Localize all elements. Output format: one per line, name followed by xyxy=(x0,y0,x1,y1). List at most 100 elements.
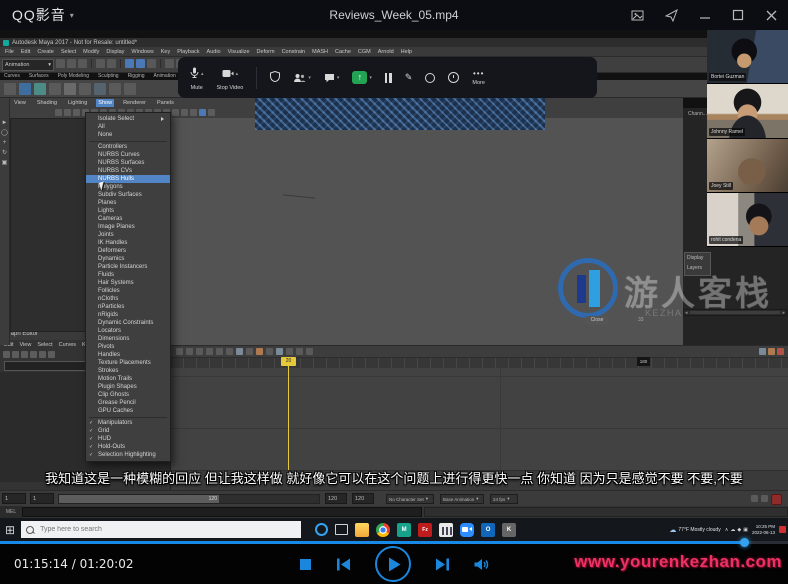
taskbar-app-icon[interactable] xyxy=(439,522,454,537)
show-menu-item[interactable]: Hold-Outs xyxy=(86,443,170,451)
mute-button[interactable]: ▴ Mute xyxy=(190,65,204,91)
playhead-marker[interactable]: 20 xyxy=(281,357,296,366)
show-menu-item[interactable]: Motion Trails xyxy=(86,375,170,383)
anim-end-field[interactable]: 120 xyxy=(325,493,347,504)
show-menu-item[interactable]: Planes xyxy=(86,199,170,207)
seek-bar[interactable] xyxy=(0,538,788,547)
chat-button[interactable]: ▾ xyxy=(324,73,339,83)
previous-button[interactable] xyxy=(336,558,351,571)
show-menu-item[interactable]: Texture Placements xyxy=(86,359,170,367)
panel-menu-item[interactable]: Renderer xyxy=(121,99,148,107)
play-button[interactable] xyxy=(374,546,411,582)
maya-menu-item[interactable]: Playback xyxy=(177,49,199,55)
webcam-tile[interactable]: Joey Still xyxy=(707,138,788,193)
show-menu-item[interactable]: IK Handles xyxy=(86,239,170,247)
taskbar-clock[interactable]: 10:25 PM 2022-06-13 xyxy=(752,524,775,536)
taskbar-search-box[interactable] xyxy=(21,521,302,538)
range-slider-track[interactable]: 120 xyxy=(58,494,320,504)
video-frame[interactable]: Autodesk Maya 2017 - Not for Resale: unt… xyxy=(0,30,788,541)
show-menu-item[interactable]: Grease Pencil xyxy=(86,399,170,407)
show-menu-item[interactable]: Subdiv Surfaces xyxy=(86,191,170,199)
maya-menu-item[interactable]: Edit xyxy=(21,49,30,55)
notification-badge-icon[interactable] xyxy=(779,526,786,533)
timeline-right-icons[interactable] xyxy=(759,348,784,355)
maya-menu-item[interactable]: Audio xyxy=(207,49,221,55)
outliner-panel[interactable] xyxy=(10,118,90,332)
chevron-down-icon[interactable]: ▾ xyxy=(308,75,311,81)
maya-menu-item[interactable]: Select xyxy=(61,49,76,55)
show-menu-item[interactable]: GPU Caches xyxy=(86,407,170,415)
graph-editor-menu-item[interactable]: Curves xyxy=(59,342,76,348)
share-icon[interactable] xyxy=(665,8,678,22)
taskbar-app-icon[interactable]: Fz xyxy=(418,522,433,537)
maya-toolbox[interactable]: ► ◯ + ↻ ▣ xyxy=(0,98,10,345)
maya-menu-item[interactable]: Key xyxy=(161,49,170,55)
status-line-icons[interactable] xyxy=(56,59,196,68)
maya-menu-item[interactable]: Display xyxy=(106,49,124,55)
share-screen-button[interactable]: ↑ ▾ xyxy=(352,71,372,84)
maya-menu-item[interactable]: Cache xyxy=(335,49,351,55)
system-tray-icons[interactable]: ∧ ☁ ◆ ▣ xyxy=(725,527,748,533)
app-menu[interactable]: QQ影音 ▾ xyxy=(12,5,75,25)
show-menu-item[interactable]: Follicles xyxy=(86,287,170,295)
taskbar-app-icon[interactable] xyxy=(355,522,370,537)
timeline-toolbar[interactable] xyxy=(170,345,788,357)
show-menu-item[interactable]: Plugin Shapes xyxy=(86,383,170,391)
show-menu-item[interactable]: NURBS Surfaces xyxy=(86,159,170,167)
playback-start-field[interactable]: 1 xyxy=(2,493,26,504)
show-menu-item[interactable]: Particle Instancers xyxy=(86,263,170,271)
webcam-tile[interactable]: Bortei Guzman xyxy=(707,30,788,85)
anim-start-field[interactable]: 1 xyxy=(30,493,54,504)
next-button[interactable] xyxy=(435,558,450,571)
start-button[interactable]: ⊞ xyxy=(5,524,15,536)
weather-widget[interactable]: ☁ 77°F Mostly cloudy xyxy=(669,526,720,534)
show-menu-item[interactable]: Dimensions xyxy=(86,335,170,343)
rotate-tool-icon[interactable]: ↻ xyxy=(2,150,7,156)
maya-menu-item[interactable]: Arnold xyxy=(378,49,394,55)
show-menu-item[interactable]: HUD xyxy=(86,435,170,443)
anim-layer-dropdown[interactable]: Base Animation ▾ xyxy=(440,494,484,504)
chevron-up-icon[interactable]: ▴ xyxy=(236,71,239,77)
maya-menu-item[interactable]: CGM xyxy=(358,49,371,55)
taskbar-app-icon[interactable] xyxy=(315,523,329,536)
screenshot-icon[interactable] xyxy=(631,9,644,22)
close-icon[interactable] xyxy=(765,9,778,22)
show-menu-item[interactable]: Clip Ghosts xyxy=(86,391,170,399)
panel-menu-item[interactable]: Show xyxy=(96,99,115,107)
shelf-tab[interactable]: Surfaces xyxy=(29,73,49,79)
panel-menu-item[interactable]: View xyxy=(12,99,28,107)
taskbar-app-icon[interactable] xyxy=(376,522,391,537)
menuset-dropdown[interactable]: Animation ▾ xyxy=(2,59,54,71)
show-menu-item[interactable]: Dynamics xyxy=(86,255,170,263)
range-end-marker[interactable]: 180 xyxy=(637,357,650,366)
show-menu-item[interactable]: Deformers xyxy=(86,247,170,255)
panel-menu-item[interactable]: Shading xyxy=(35,99,59,107)
maya-menu-item[interactable]: Deform xyxy=(257,49,275,55)
show-menu-item[interactable]: Image Planes xyxy=(86,223,170,231)
taskbar-app-icon[interactable] xyxy=(335,524,349,535)
scale-tool-icon[interactable]: ▣ xyxy=(2,160,8,166)
show-menu-item[interactable]: nRigids xyxy=(86,311,170,319)
taskbar-app-icon[interactable]: M xyxy=(397,522,412,537)
shelf-tab[interactable]: Rigging xyxy=(128,73,145,79)
show-menu-item[interactable]: Pivots xyxy=(86,343,170,351)
playback-option-icons[interactable] xyxy=(751,495,768,502)
shelf-tab[interactable]: Sculpting xyxy=(98,73,119,79)
graph-editor-menu-item[interactable]: Select xyxy=(37,342,52,348)
participants-button[interactable]: ▾ xyxy=(293,73,311,83)
show-menu-item[interactable]: None xyxy=(86,131,170,139)
show-menu-item[interactable]: Controllers xyxy=(86,143,170,151)
show-menu-item[interactable]: All xyxy=(86,123,170,131)
show-menu-item[interactable]: Handles xyxy=(86,351,170,359)
taskbar-app-icon[interactable]: K xyxy=(502,522,517,537)
show-menu-item[interactable]: Selection Highlighting xyxy=(86,451,170,459)
show-menu-item[interactable]: Fluids xyxy=(86,271,170,279)
show-menu-item[interactable]: Dynamic Constraints xyxy=(86,319,170,327)
mel-label[interactable]: MEL xyxy=(0,506,22,518)
horizontal-scrollbar[interactable]: ◂ ▸ xyxy=(683,309,787,316)
pause-share-button[interactable] xyxy=(384,72,392,83)
stop-video-button[interactable]: ▴ Stop Video xyxy=(217,65,243,91)
maya-menu-item[interactable]: Constrain xyxy=(282,49,306,55)
maya-menu-item[interactable]: File xyxy=(5,49,14,55)
taskbar-app-icon[interactable]: O xyxy=(481,522,496,537)
